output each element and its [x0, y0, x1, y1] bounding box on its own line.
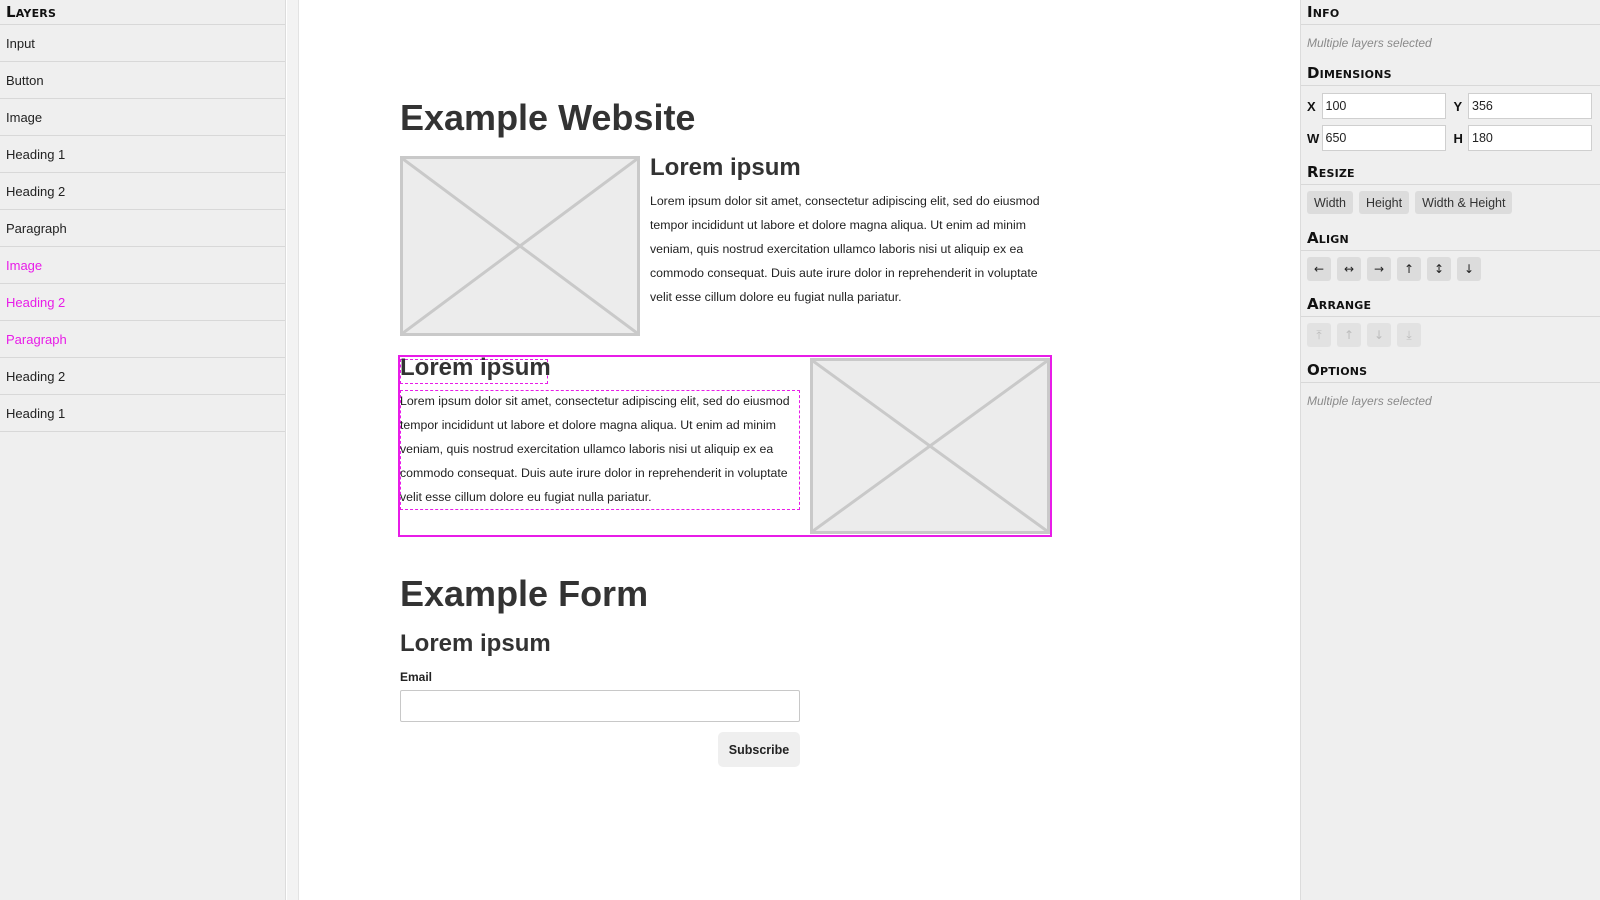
width-field[interactable]	[1321, 125, 1446, 151]
align-left-button[interactable]: ←	[1307, 256, 1331, 281]
arrows-horizontal-icon: ↔	[1343, 261, 1355, 276]
section2-paragraph[interactable]: Lorem ipsum dolor sit amet, consectetur …	[400, 389, 800, 509]
bring-forward-button[interactable]: ↑	[1337, 322, 1361, 347]
h-label: H	[1453, 130, 1463, 146]
layer-item-heading-2-form[interactable]: Heading 2	[0, 358, 285, 395]
image-placeholder-icon	[403, 159, 637, 333]
subscribe-button[interactable]: Subscribe	[718, 732, 800, 767]
resize-buttons: Width Height Width & Height	[1301, 185, 1600, 220]
layer-item-button[interactable]: Button	[0, 62, 285, 99]
email-label: Email	[400, 670, 433, 684]
y-field[interactable]	[1468, 93, 1592, 119]
bring-to-front-icon: ⤒	[1316, 327, 1322, 342]
arrange-title: Arrange	[1301, 292, 1600, 317]
send-backward-button[interactable]: ↓	[1367, 322, 1391, 347]
inspector-panel: Info Multiple layers selected Dimensions…	[1300, 0, 1600, 900]
form-heading[interactable]: Example Form	[400, 573, 648, 615]
section1-heading[interactable]: Lorem ipsum	[650, 154, 801, 182]
send-to-back-button[interactable]: ⤓	[1397, 322, 1421, 347]
align-title: Align	[1301, 226, 1600, 251]
layers-panel: Layers Input Button Image Heading 1 Head…	[0, 0, 286, 900]
resize-title: Resize	[1301, 160, 1600, 185]
y-label: Y	[1453, 98, 1463, 114]
arrow-up-icon: ↑	[1403, 261, 1415, 276]
bring-to-front-button[interactable]: ⤒	[1307, 322, 1331, 347]
layer-item-paragraph[interactable]: Paragraph	[0, 210, 285, 247]
arrows-vertical-icon: ↕	[1433, 261, 1445, 276]
page-heading[interactable]: Example Website	[400, 97, 695, 139]
layer-item-paragraph-selected[interactable]: Paragraph	[0, 321, 285, 358]
arrow-down-icon: ↓	[1463, 261, 1475, 276]
arrow-left-icon: ←	[1313, 261, 1325, 276]
email-field[interactable]	[400, 690, 800, 722]
align-bottom-button[interactable]: ↓	[1457, 256, 1481, 281]
height-field[interactable]	[1468, 125, 1592, 151]
dimensions-row-wh: W H	[1301, 122, 1600, 154]
design-canvas[interactable]: Example Website Lorem ipsum Lorem ipsum …	[300, 0, 1300, 900]
image-placeholder-1[interactable]	[400, 156, 640, 336]
arrow-right-icon: →	[1373, 261, 1385, 276]
layer-item-heading-2[interactable]: Heading 2	[0, 173, 285, 210]
bring-forward-icon: ↑	[1343, 327, 1355, 342]
layer-item-image[interactable]: Image	[0, 99, 285, 136]
layer-item-heading-1-form[interactable]: Heading 1	[0, 395, 285, 432]
arrange-buttons: ⤒ ↑ ↓ ⤓	[1301, 317, 1600, 352]
send-backward-icon: ↓	[1373, 327, 1385, 342]
align-right-button[interactable]: →	[1367, 256, 1391, 281]
image-placeholder-icon	[813, 361, 1047, 531]
options-title: Options	[1301, 358, 1600, 383]
x-field[interactable]	[1321, 93, 1446, 119]
info-note: Multiple layers selected	[1307, 36, 1432, 50]
layer-item-input[interactable]: Input	[0, 25, 285, 62]
image-placeholder-2[interactable]	[810, 358, 1050, 534]
resize-height-button[interactable]: Height	[1358, 191, 1410, 214]
x-label: X	[1307, 98, 1316, 114]
align-buttons: ← ↔ → ↑ ↕ ↓	[1301, 251, 1600, 286]
layer-list: Input Button Image Heading 1 Heading 2 P…	[0, 25, 285, 432]
align-center-horizontal-button[interactable]: ↔	[1337, 256, 1361, 281]
section1-paragraph[interactable]: Lorem ipsum dolor sit amet, consectetur …	[650, 189, 1050, 309]
info-title: Info	[1301, 0, 1600, 25]
align-top-button[interactable]: ↑	[1397, 256, 1421, 281]
layer-item-image-selected[interactable]: Image	[0, 247, 285, 284]
canvas-gutter	[287, 0, 299, 900]
layer-item-heading-1[interactable]: Heading 1	[0, 136, 285, 173]
w-label: W	[1307, 130, 1320, 146]
send-to-back-icon: ⤓	[1406, 327, 1412, 342]
form-subheading[interactable]: Lorem ipsum	[400, 630, 551, 658]
resize-width-height-button[interactable]: Width & Height	[1415, 191, 1513, 214]
dimensions-title: Dimensions	[1301, 61, 1600, 86]
dimensions-row-xy: X Y	[1301, 90, 1600, 122]
section2-heading[interactable]: Lorem ipsum	[400, 354, 551, 382]
layers-title: Layers	[0, 0, 285, 25]
align-center-vertical-button[interactable]: ↕	[1427, 256, 1451, 281]
options-note: Multiple layers selected	[1307, 394, 1432, 408]
layer-item-heading-2-selected[interactable]: Heading 2	[0, 284, 285, 321]
resize-width-button[interactable]: Width	[1307, 191, 1353, 214]
